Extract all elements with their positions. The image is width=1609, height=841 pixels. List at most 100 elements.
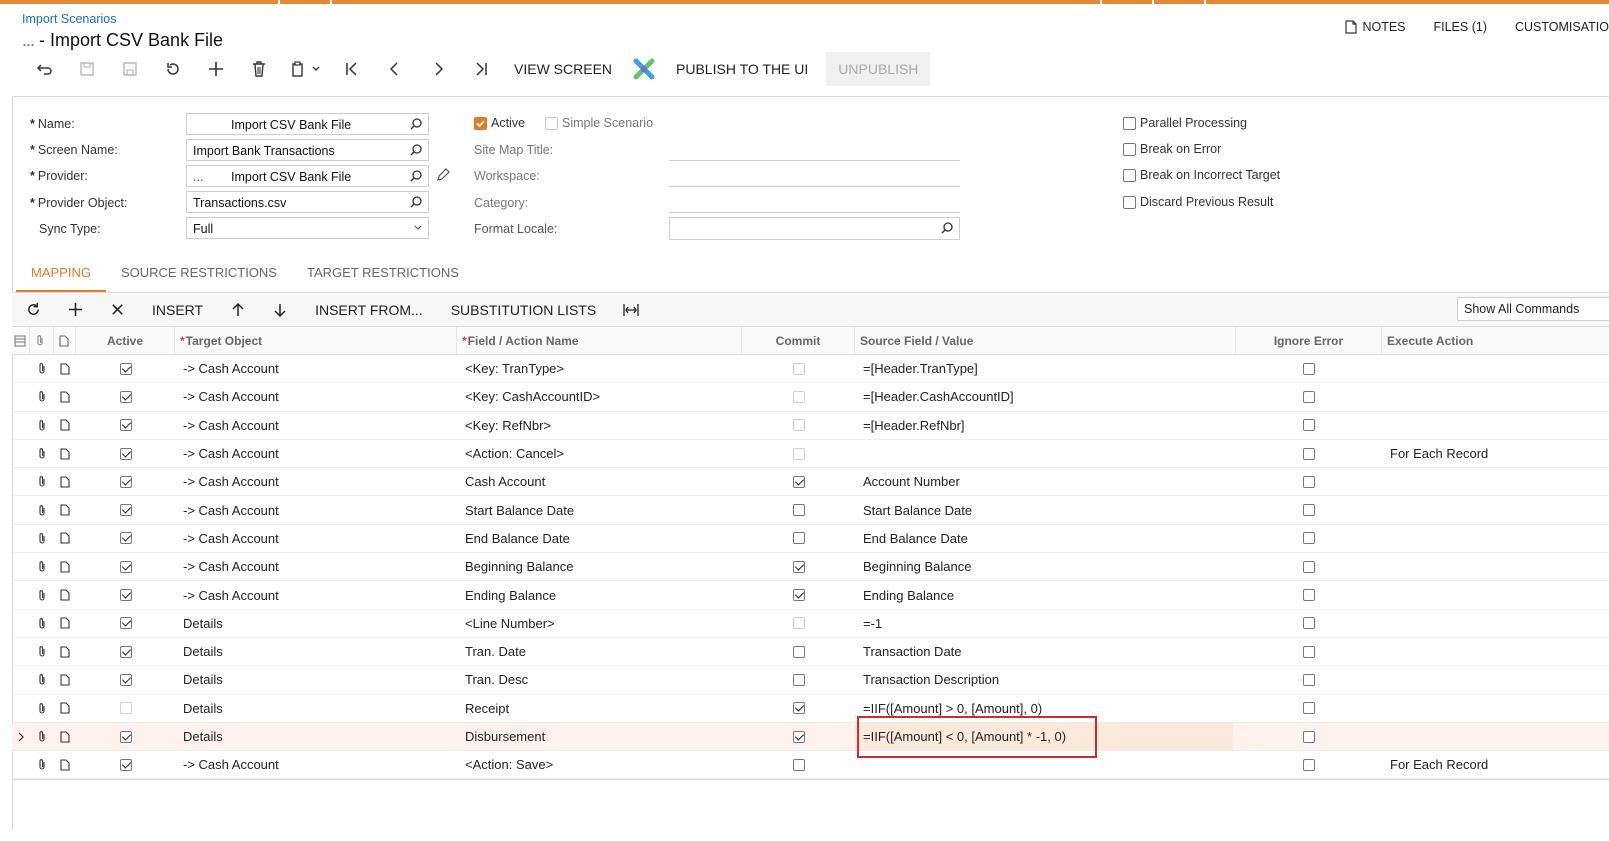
provider-object-field[interactable]: Transactions.csv	[186, 191, 429, 213]
row-selector[interactable]	[12, 723, 30, 750]
break-incorrect-target-checkbox[interactable]: Break on Incorrect Target	[1123, 168, 1280, 182]
row-active-cell[interactable]	[76, 695, 175, 722]
delete-row-button[interactable]	[96, 293, 138, 327]
row-selector[interactable]	[12, 383, 30, 410]
row-active-cell[interactable]	[76, 638, 175, 665]
row-commit-cell[interactable]	[742, 695, 855, 722]
previous-record-button[interactable]	[373, 52, 416, 86]
col-field-action[interactable]: * Field / Action Name	[457, 327, 742, 354]
row-commit-cell[interactable]	[742, 723, 855, 750]
row-ignore-error-cell[interactable]	[1236, 723, 1382, 750]
row-attachment[interactable]	[30, 695, 54, 722]
row-active-cell[interactable]	[76, 355, 175, 382]
save-close-button[interactable]	[65, 52, 108, 86]
substitution-lists-button[interactable]: SUBSTITUTION LISTS	[437, 302, 610, 318]
parallel-processing-checkbox[interactable]: Parallel Processing	[1123, 116, 1247, 130]
col-source-field[interactable]: Source Field / Value	[855, 327, 1236, 354]
row-target-object[interactable]: -> Cash Account	[175, 496, 457, 523]
table-row[interactable]: -> Cash Account <Action: Cancel> For Each …	[12, 440, 1609, 469]
row-selector[interactable]	[12, 440, 30, 467]
row-active-cell[interactable]	[76, 723, 175, 750]
notes-link[interactable]: NOTES	[1345, 20, 1406, 34]
row-execute-action[interactable]	[1382, 666, 1551, 693]
row-selector[interactable]	[12, 638, 30, 665]
row-commit-cell[interactable]	[742, 468, 855, 495]
table-row[interactable]: -> Cash Account Ending Balance Ending Bala…	[12, 581, 1609, 610]
row-active-cell[interactable]	[76, 581, 175, 608]
active-checkbox[interactable]	[119, 617, 132, 630]
move-up-button[interactable]	[217, 293, 259, 327]
breadcrumb[interactable]: Import Scenarios	[22, 12, 116, 26]
row-attachment[interactable]	[30, 553, 54, 580]
row-target-object[interactable]: -> Cash Account	[175, 383, 457, 410]
copy-paste-button[interactable]	[280, 52, 330, 86]
row-execute-action[interactable]	[1382, 610, 1551, 637]
row-commit-cell[interactable]	[742, 525, 855, 552]
table-row[interactable]: Details Receipt =IIF([Amount] > 0, [Amount…	[12, 695, 1609, 723]
row-source-value[interactable]: =[Header.RefNbr]	[855, 412, 1236, 439]
commit-checkbox[interactable]	[792, 673, 805, 686]
row-commit-cell[interactable]	[742, 581, 855, 608]
ignore-error-checkbox[interactable]	[1303, 758, 1315, 771]
active-checkbox[interactable]	[119, 702, 132, 715]
ignore-error-checkbox[interactable]	[1303, 504, 1315, 517]
row-ignore-error-cell[interactable]	[1236, 581, 1382, 608]
commit-checkbox[interactable]	[792, 617, 805, 630]
add-row-button[interactable]	[54, 293, 96, 327]
row-note[interactable]	[54, 553, 76, 580]
row-note[interactable]	[54, 723, 76, 750]
publish-logo-icon[interactable]	[624, 52, 664, 86]
row-attachment[interactable]	[30, 638, 54, 665]
ignore-error-checkbox[interactable]	[1303, 589, 1315, 602]
row-ignore-error-cell[interactable]	[1236, 383, 1382, 410]
insert-button[interactable]: INSERT	[138, 302, 217, 318]
row-active-cell[interactable]	[76, 468, 175, 495]
row-attachment[interactable]	[30, 355, 54, 382]
row-ignore-error-cell[interactable]	[1236, 610, 1382, 637]
active-checkbox[interactable]	[119, 673, 132, 686]
category-field[interactable]	[669, 212, 960, 213]
ignore-error-checkbox[interactable]	[1303, 390, 1315, 403]
site-map-field[interactable]	[669, 160, 960, 161]
row-attachment[interactable]	[30, 751, 54, 778]
row-target-object[interactable]: Details	[175, 695, 457, 722]
row-target-object[interactable]: Details	[175, 723, 457, 750]
row-execute-action[interactable]	[1382, 468, 1551, 495]
commit-checkbox[interactable]	[792, 475, 805, 488]
save-button[interactable]	[108, 52, 151, 86]
row-attachment[interactable]	[30, 525, 54, 552]
row-execute-action[interactable]	[1382, 355, 1551, 382]
row-execute-action[interactable]	[1382, 695, 1551, 722]
row-execute-action[interactable]	[1382, 581, 1551, 608]
row-attachment[interactable]	[30, 723, 54, 750]
row-note[interactable]	[54, 638, 76, 665]
table-row[interactable]: -> Cash Account End Balance Date End Balan…	[12, 525, 1609, 554]
commit-checkbox[interactable]	[792, 758, 805, 771]
ignore-error-checkbox[interactable]	[1303, 447, 1315, 460]
table-row[interactable]: -> Cash Account Cash Account Account Numbe…	[12, 468, 1609, 497]
row-note[interactable]	[54, 695, 76, 722]
col-commit[interactable]: Commit	[742, 327, 855, 354]
ignore-error-checkbox[interactable]	[1303, 560, 1315, 573]
screen-name-field[interactable]: Import Bank Transactions	[186, 139, 429, 161]
row-selector[interactable]	[12, 751, 30, 778]
row-selector[interactable]	[12, 610, 30, 637]
row-selector[interactable]	[12, 355, 30, 382]
row-commit-cell[interactable]	[742, 638, 855, 665]
tab-mapping[interactable]: MAPPING	[16, 262, 106, 292]
table-row[interactable]: -> Cash Account <Key: CashAccountID> =[Hea…	[12, 383, 1609, 412]
row-note[interactable]	[54, 666, 76, 693]
refresh-button[interactable]	[12, 293, 54, 327]
table-row[interactable]: -> Cash Account <Key: TranType> =[Header.T…	[12, 355, 1609, 384]
cancel-button[interactable]	[151, 52, 194, 86]
commit-checkbox[interactable]	[792, 730, 805, 743]
row-active-cell[interactable]	[76, 610, 175, 637]
row-field-name[interactable]: Receipt	[457, 695, 742, 722]
tab-target-restrictions[interactable]: TARGET RESTRICTIONS	[292, 262, 474, 292]
row-note[interactable]	[54, 468, 76, 495]
row-active-cell[interactable]	[76, 525, 175, 552]
back-button[interactable]	[22, 52, 65, 86]
row-execute-action[interactable]: For Each Record	[1382, 751, 1551, 778]
row-attachment[interactable]	[30, 496, 54, 523]
row-target-object[interactable]: Details	[175, 610, 457, 637]
